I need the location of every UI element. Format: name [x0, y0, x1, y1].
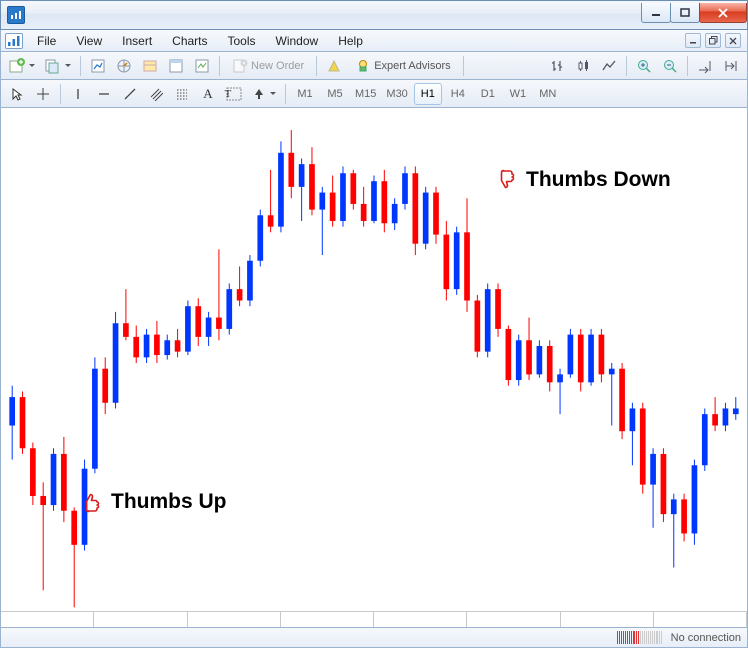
horizontal-line-icon — [97, 87, 111, 101]
chart-area[interactable]: Thumbs Down Thumbs Up — [0, 108, 748, 628]
zoom-out-icon — [662, 58, 678, 74]
vertical-line-button[interactable] — [66, 83, 90, 105]
auto-scroll-button[interactable] — [693, 55, 717, 77]
thumbs-up-label: Thumbs Up — [111, 490, 227, 514]
profiles-button[interactable] — [41, 55, 75, 77]
terminal-icon — [142, 58, 158, 74]
timeframe-h1[interactable]: H1 — [414, 83, 442, 105]
fibonacci-icon — [175, 87, 189, 101]
metaquotes-button[interactable] — [322, 55, 346, 77]
window-maximize-button[interactable] — [670, 3, 700, 23]
thumbs-down-icon — [496, 168, 520, 192]
terminal-button[interactable] — [138, 55, 162, 77]
toolbar-drawing: A T M1 M5 M15 M30 H1 H4 D1 W1 MN — [0, 80, 748, 108]
trendline-button[interactable] — [118, 83, 142, 105]
arrows-button[interactable] — [248, 83, 280, 105]
menu-file[interactable]: File — [27, 32, 66, 50]
statusbar: No connection — [0, 628, 748, 648]
expert-advisors-icon — [355, 58, 371, 74]
new-chart-button[interactable] — [5, 55, 39, 77]
app-icon — [7, 6, 25, 24]
metaquotes-icon — [326, 58, 342, 74]
line-chart-button[interactable] — [597, 55, 621, 77]
window-titlebar — [0, 0, 748, 30]
window-minimize-button[interactable] — [641, 3, 671, 23]
mdi-app-icon[interactable] — [5, 33, 23, 49]
cursor-icon — [10, 87, 24, 101]
bar-chart-icon — [549, 58, 565, 74]
arrows-icon — [252, 87, 266, 101]
candlestick-button[interactable] — [571, 55, 595, 77]
timeframe-m30[interactable]: M30 — [382, 83, 411, 105]
menu-window[interactable]: Window — [266, 32, 329, 50]
zoom-in-button[interactable] — [632, 55, 656, 77]
zoom-out-button[interactable] — [658, 55, 682, 77]
line-chart-icon — [601, 58, 617, 74]
crosshair-button[interactable] — [31, 83, 55, 105]
text-label-button[interactable]: T — [222, 83, 246, 105]
menubar: File View Insert Charts Tools Window Hel… — [0, 30, 748, 52]
chart-timeline — [1, 611, 747, 627]
fibonacci-button[interactable] — [170, 83, 194, 105]
expert-advisors-label: Expert Advisors — [374, 60, 450, 72]
trendline-icon — [123, 87, 137, 101]
zoom-in-icon — [636, 58, 652, 74]
bar-chart-button[interactable] — [545, 55, 569, 77]
mdi-restore-button[interactable] — [705, 33, 721, 48]
timeframe-h4[interactable]: H4 — [444, 83, 472, 105]
expert-advisors-button[interactable]: Expert Advisors — [348, 55, 457, 77]
chart-shift-button[interactable] — [719, 55, 743, 77]
timeframe-d1[interactable]: D1 — [474, 83, 502, 105]
cursor-button[interactable] — [5, 83, 29, 105]
equidistant-channel-button[interactable] — [144, 83, 168, 105]
new-order-label: New Order — [251, 60, 304, 72]
data-window-button[interactable] — [164, 55, 188, 77]
candlestick-icon — [575, 58, 591, 74]
horizontal-line-button[interactable] — [92, 83, 116, 105]
thumbs-down-annotation: Thumbs Down — [496, 168, 671, 192]
new-order-button[interactable]: New Order — [225, 55, 311, 77]
thumbs-down-label: Thumbs Down — [526, 168, 671, 192]
toolbar-main: New Order Expert Advisors — [0, 52, 748, 80]
timeframe-mn[interactable]: MN — [534, 83, 562, 105]
timeframe-w1[interactable]: W1 — [504, 83, 532, 105]
thumbs-up-annotation: Thumbs Up — [81, 490, 227, 514]
auto-scroll-icon — [697, 58, 713, 74]
market-watch-icon — [90, 58, 106, 74]
new-chart-icon — [9, 58, 25, 74]
menu-charts[interactable]: Charts — [162, 32, 217, 50]
navigator-button[interactable] — [112, 55, 136, 77]
channel-icon — [149, 87, 163, 101]
mdi-minimize-button[interactable] — [685, 33, 701, 48]
menu-tools[interactable]: Tools — [218, 32, 266, 50]
mdi-close-button[interactable] — [725, 33, 741, 48]
window-close-button[interactable] — [699, 3, 747, 23]
profiles-icon — [45, 58, 61, 74]
menu-help[interactable]: Help — [328, 32, 373, 50]
strategy-tester-icon — [194, 58, 210, 74]
text-button[interactable]: A — [196, 83, 220, 105]
menu-view[interactable]: View — [66, 32, 112, 50]
connection-indicator-icon — [617, 631, 663, 644]
chart-shift-icon — [723, 58, 739, 74]
thumbs-up-icon — [81, 490, 105, 514]
menu-insert[interactable]: Insert — [112, 32, 162, 50]
strategy-tester-button[interactable] — [190, 55, 214, 77]
navigator-icon — [116, 58, 132, 74]
vertical-line-icon — [71, 87, 85, 101]
new-order-icon — [232, 58, 248, 74]
market-watch-button[interactable] — [86, 55, 110, 77]
text-icon: A — [203, 86, 212, 102]
crosshair-icon — [36, 87, 50, 101]
timeframe-m15[interactable]: M15 — [351, 83, 380, 105]
data-window-icon — [168, 58, 184, 74]
timeframe-m1[interactable]: M1 — [291, 83, 319, 105]
timeframe-m5[interactable]: M5 — [321, 83, 349, 105]
